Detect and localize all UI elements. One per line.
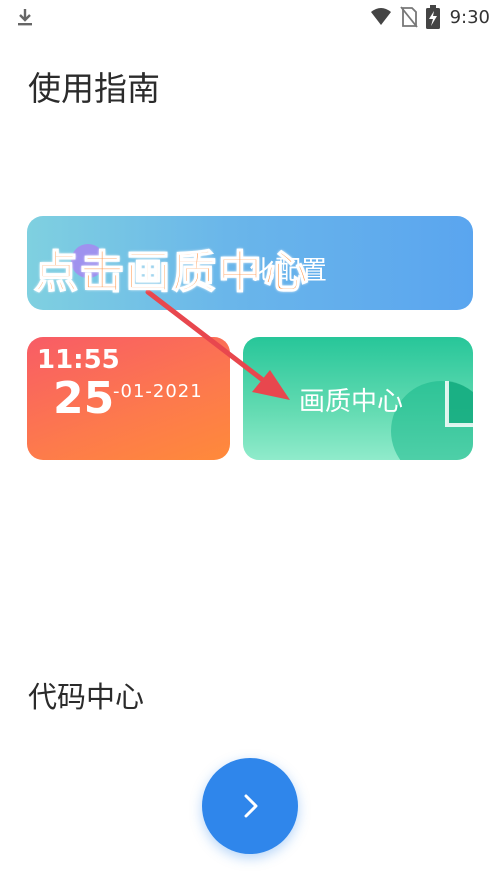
no-sim-icon <box>399 6 418 28</box>
quality-center-label: 画质中心 <box>299 387 404 417</box>
section-title: 代码中心 <box>28 680 145 714</box>
status-time: 9:30 <box>449 6 490 28</box>
chevron-right-icon <box>244 794 258 818</box>
page-title: 使用指南 <box>28 69 160 108</box>
annotation-text: 点击画质中心 <box>33 246 310 299</box>
next-button[interactable] <box>202 758 298 854</box>
status-icons: 9:30 <box>370 4 490 30</box>
date-card-day: 25 <box>53 373 115 424</box>
quality-center-card[interactable]: 画质中心 <box>243 337 473 460</box>
date-card-month-year: -01-2021 <box>113 381 203 402</box>
date-card[interactable]: 11:55 25 -01-2021 <box>27 337 230 460</box>
date-card-time: 11:55 <box>37 345 120 375</box>
download-icon <box>18 9 32 26</box>
status-bar: 9:30 <box>0 0 500 34</box>
wifi-icon <box>370 8 391 25</box>
battery-charging-icon <box>425 5 440 29</box>
